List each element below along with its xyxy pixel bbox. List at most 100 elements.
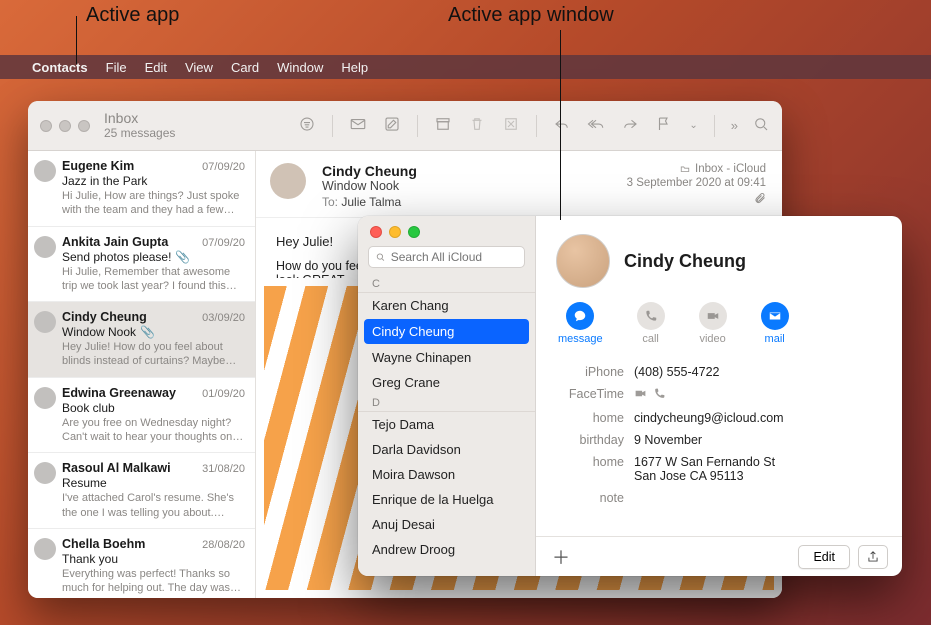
- msg-subject: Jazz in the Park: [62, 174, 245, 188]
- msg-from: Chella Boehm: [62, 537, 145, 551]
- chevron-down-icon[interactable]: ⌄: [689, 120, 697, 131]
- attachment-icon[interactable]: [627, 191, 766, 208]
- field-label: home: [556, 411, 634, 425]
- envelope-icon[interactable]: [349, 115, 367, 136]
- minimize-icon[interactable]: [389, 226, 401, 238]
- msg-subject: Window Nook📎: [62, 325, 245, 339]
- field-row: FaceTime: [556, 383, 882, 407]
- message-item[interactable]: Cindy Cheung03/09/20Window Nook📎Hey Juli…: [28, 302, 255, 378]
- compose-icon[interactable]: [383, 115, 401, 136]
- section-header: D: [358, 395, 535, 412]
- msg-from: Eugene Kim: [62, 159, 134, 173]
- field-row: homecindycheung9@icloud.com: [556, 407, 882, 429]
- callout-active-app: Active app: [86, 4, 179, 27]
- callout-labels: Active app Active app window: [0, 0, 931, 55]
- menu-help[interactable]: Help: [341, 60, 368, 75]
- field-value[interactable]: 1677 W San Fernando St San Jose CA 95113: [634, 455, 882, 483]
- msg-date: 01/09/20: [202, 388, 245, 400]
- avatar: [34, 236, 56, 258]
- contact-fields: iPhone(408) 555-4722FaceTimehomecindyche…: [556, 361, 882, 509]
- menu-edit[interactable]: Edit: [145, 60, 167, 75]
- contacts-window: CKaren ChangCindy CheungWayne ChinapenGr…: [358, 216, 902, 576]
- video-icon[interactable]: [634, 387, 647, 400]
- callout-line-left: [76, 16, 77, 64]
- avatar: [34, 387, 56, 409]
- mail-title: Inbox: [104, 111, 175, 126]
- archive-icon[interactable]: [434, 115, 452, 136]
- contact-row[interactable]: Greg Crane: [358, 370, 535, 395]
- mail-toolbar: Inbox 25 messages ⌄ »: [28, 101, 782, 151]
- message-item[interactable]: Chella Boehm28/08/20Thank youEverything …: [28, 529, 255, 598]
- message-item[interactable]: Edwina Greenaway01/09/20Book clubAre you…: [28, 378, 255, 454]
- phone-icon[interactable]: [653, 387, 666, 400]
- menu-view[interactable]: View: [185, 60, 213, 75]
- msg-from: Ankita Jain Gupta: [62, 235, 168, 249]
- field-label: home: [556, 455, 634, 469]
- msg-date: 07/09/20: [202, 237, 245, 249]
- flag-icon[interactable]: [655, 115, 673, 136]
- contact-row[interactable]: Andrew Droog: [358, 537, 535, 562]
- msg-preview: Hi Julie, How are things? Just spoke wit…: [62, 189, 245, 218]
- share-button[interactable]: [858, 545, 888, 569]
- more-icon[interactable]: »: [731, 118, 736, 133]
- avatar: [34, 462, 56, 484]
- reply-all-icon[interactable]: [587, 115, 605, 136]
- paperclip-icon: 📎: [175, 250, 190, 264]
- contact-row[interactable]: Darla Davidson: [358, 437, 535, 462]
- msg-from: Cindy Cheung: [62, 310, 147, 324]
- contacts-search[interactable]: [368, 246, 525, 268]
- contact-row[interactable]: Cindy Cheung: [364, 319, 529, 344]
- contact-row[interactable]: Anuj Desai: [358, 512, 535, 537]
- contacts-traffic-lights[interactable]: [358, 216, 535, 244]
- contacts-list[interactable]: CKaren ChangCindy CheungWayne ChinapenGr…: [358, 276, 535, 562]
- message-item[interactable]: Eugene Kim07/09/20Jazz in the ParkHi Jul…: [28, 151, 255, 227]
- field-label: iPhone: [556, 365, 634, 379]
- action-message[interactable]: message: [558, 302, 603, 345]
- contact-row[interactable]: Karen Chang: [358, 293, 535, 318]
- zoom-icon[interactable]: [408, 226, 420, 238]
- menu-bar: Contacts File Edit View Card Window Help: [0, 55, 931, 79]
- menu-app-name[interactable]: Contacts: [32, 60, 88, 75]
- action-call[interactable]: call: [637, 302, 665, 345]
- filter-icon[interactable]: [298, 115, 316, 136]
- field-value[interactable]: 9 November: [634, 433, 882, 447]
- header-date: 3 September 2020 at 09:41: [627, 177, 766, 189]
- field-value[interactable]: (408) 555-4722: [634, 365, 882, 379]
- action-mail[interactable]: mail: [761, 302, 789, 345]
- contact-row[interactable]: Enrique de la Huelga: [358, 487, 535, 512]
- reply-icon[interactable]: [553, 115, 571, 136]
- field-label: birthday: [556, 433, 634, 447]
- field-value[interactable]: [634, 387, 882, 403]
- field-row: home1677 W San Fernando St San Jose CA 9…: [556, 451, 882, 487]
- forward-icon[interactable]: [621, 115, 639, 136]
- msg-from: Rasoul Al Malkawi: [62, 461, 171, 475]
- callout-active-window: Active app window: [448, 4, 614, 27]
- action-video[interactable]: video: [699, 302, 727, 345]
- menu-card[interactable]: Card: [231, 60, 259, 75]
- edit-button[interactable]: Edit: [798, 545, 850, 569]
- field-value[interactable]: cindycheung9@icloud.com: [634, 411, 882, 425]
- avatar: [34, 538, 56, 560]
- field-label: note: [556, 491, 634, 505]
- menu-window[interactable]: Window: [277, 60, 323, 75]
- search-icon[interactable]: [752, 115, 770, 136]
- junk-icon[interactable]: [502, 115, 520, 136]
- mail-traffic-lights[interactable]: [40, 120, 90, 132]
- search-input[interactable]: [391, 250, 518, 264]
- msg-date: 28/08/20: [202, 539, 245, 551]
- add-button[interactable]: ＋: [550, 546, 572, 568]
- menu-file[interactable]: File: [106, 60, 127, 75]
- contact-row[interactable]: Tejo Dama: [358, 412, 535, 437]
- msg-subject: Send photos please!📎: [62, 250, 245, 264]
- paperclip-icon: 📎: [140, 325, 155, 339]
- message-item[interactable]: Rasoul Al Malkawi31/08/20ResumeI've atta…: [28, 453, 255, 529]
- message-item[interactable]: Ankita Jain Gupta 07/09/20Send photos ple…: [28, 227, 255, 303]
- header-to: Julie Talma: [341, 195, 401, 209]
- contact-row[interactable]: Moira Dawson: [358, 462, 535, 487]
- close-icon[interactable]: [370, 226, 382, 238]
- header-mailbox[interactable]: Inbox - iCloud: [679, 163, 766, 175]
- contact-row[interactable]: Wayne Chinapen: [358, 345, 535, 370]
- sender-avatar: [270, 163, 306, 199]
- trash-icon[interactable]: [468, 115, 486, 136]
- message-list[interactable]: Eugene Kim 07/09/20 Jazz in the ParkHi Jul…: [28, 151, 256, 598]
